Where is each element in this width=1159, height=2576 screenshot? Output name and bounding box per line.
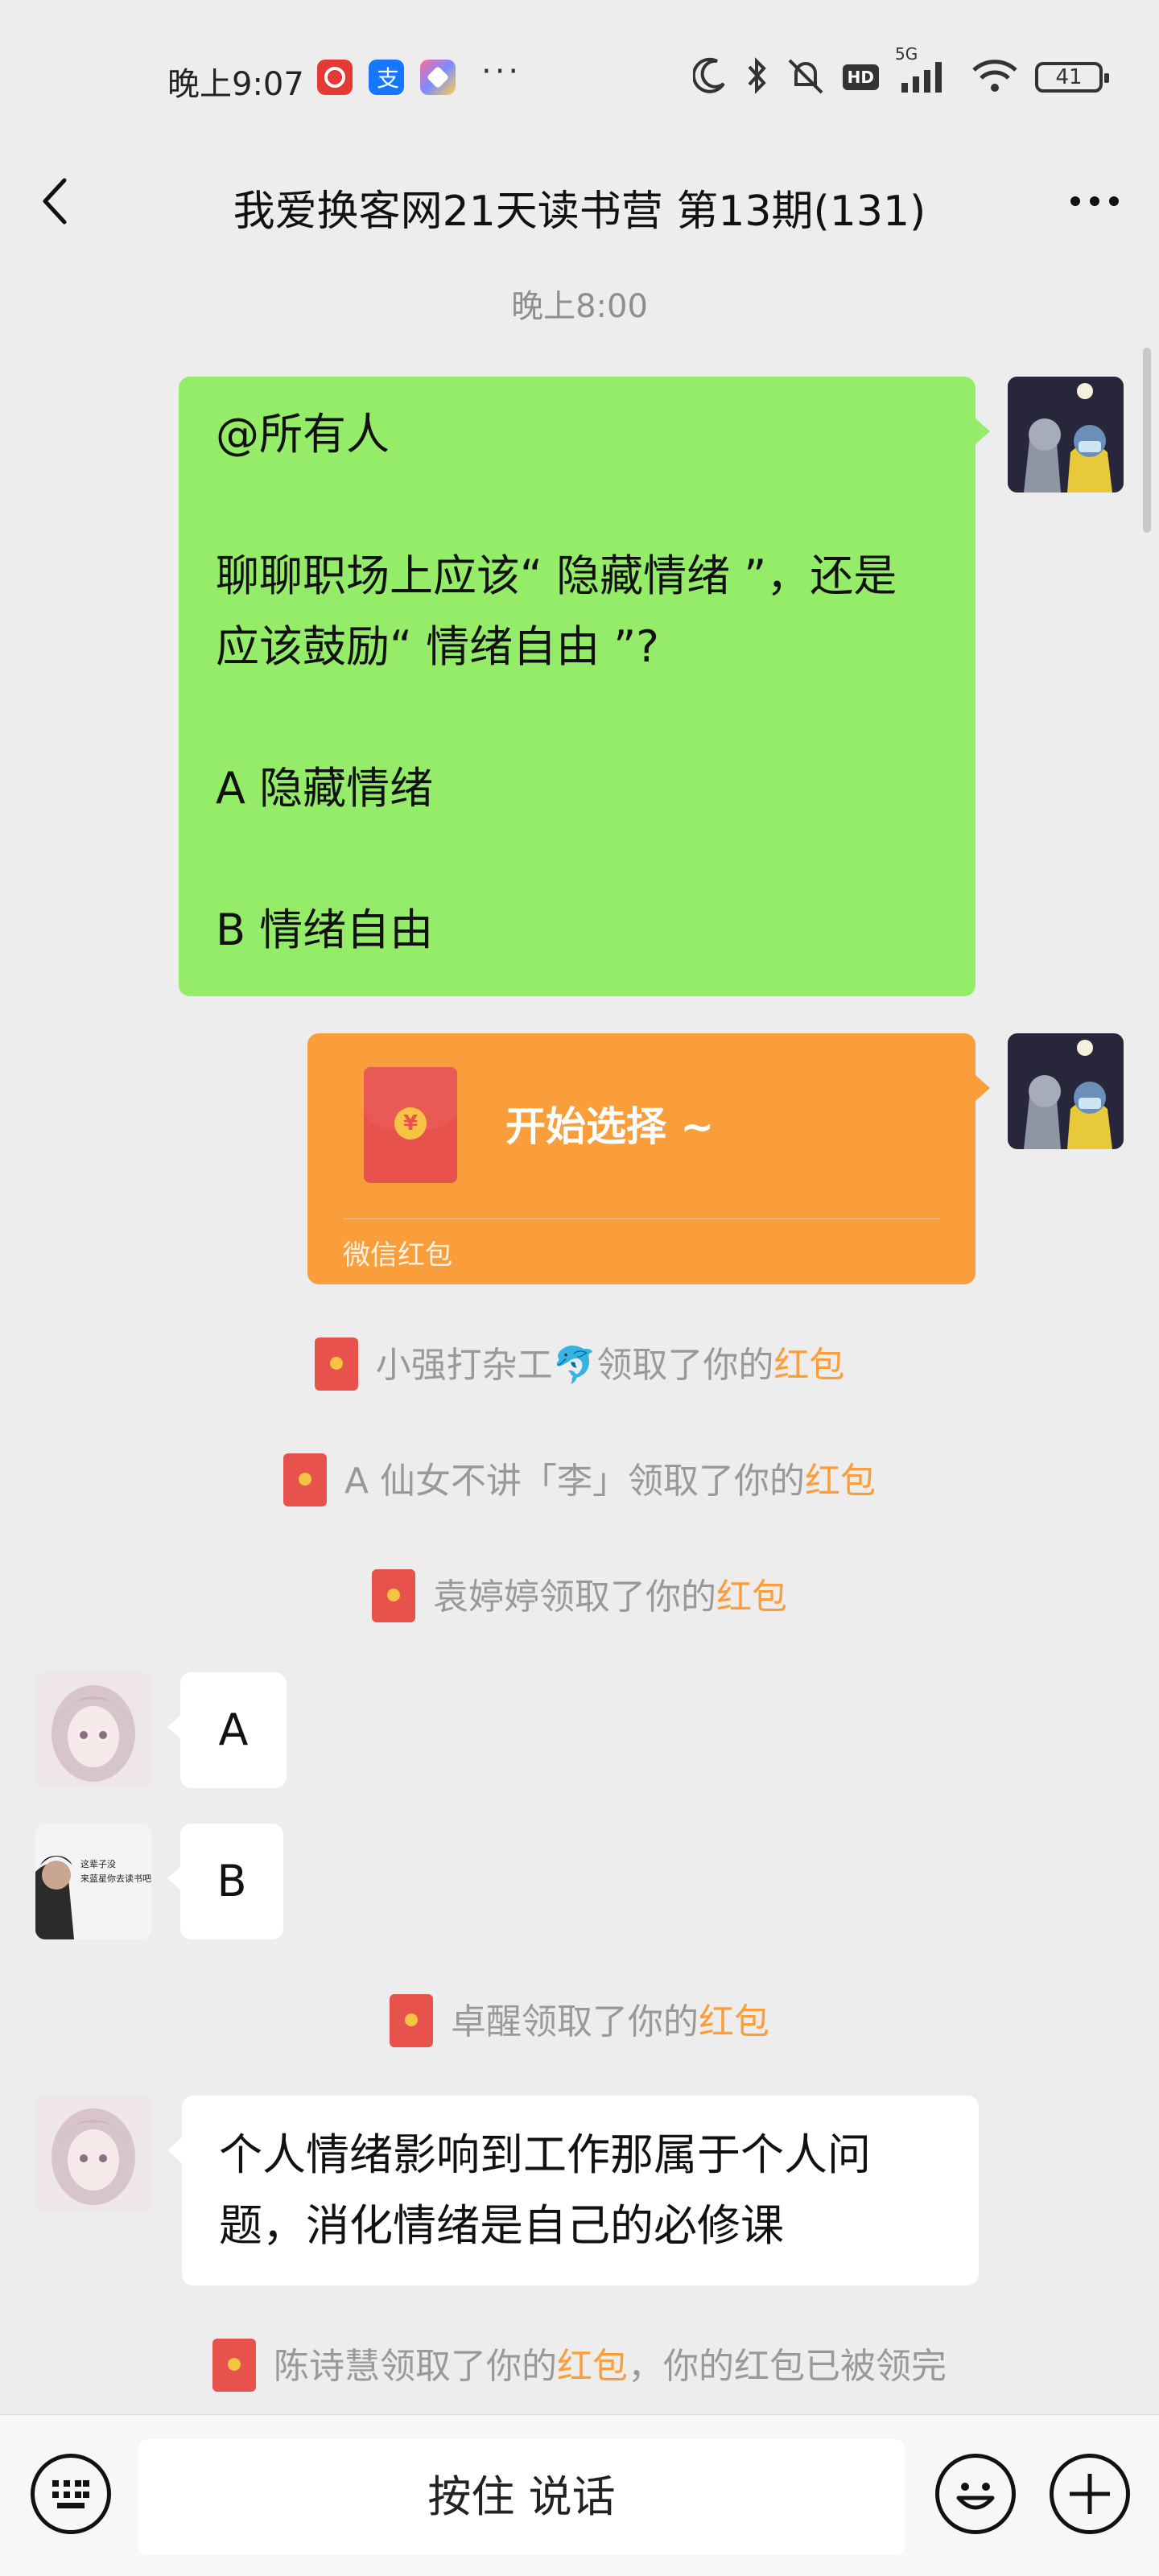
bubble-tail <box>975 418 990 444</box>
coin-icon: ¥ <box>394 1107 427 1140</box>
hd-badge: HD <box>842 64 879 90</box>
more-options-button[interactable] <box>1062 177 1127 225</box>
battery-indicator: 41 <box>1035 62 1109 93</box>
clock: 晚上9:07 <box>167 66 304 103</box>
avatar[interactable] <box>1008 377 1124 493</box>
red-packet-claim-notice: 小强打杂工🐬领取了你的红包 <box>0 1336 1159 1394</box>
more-dots-icon <box>1070 196 1119 206</box>
bubble-tail <box>167 2137 182 2163</box>
red-packet-message[interactable]: ¥ 开始选择 ~ 微信红包 <box>307 1033 975 1284</box>
red-packet-icon <box>212 2339 256 2392</box>
message-line: 题，消化情绪是自己的必修课 <box>219 2200 784 2251</box>
emoji-icon[interactable] <box>935 2454 1016 2534</box>
plus-icon[interactable] <box>1050 2454 1130 2534</box>
moon-icon <box>691 56 728 98</box>
red-packet-claim-notice: 卓醒领取了你的红包 <box>0 1993 1159 2050</box>
network-type: 5G <box>895 44 918 64</box>
red-packet-link[interactable]: 红包 <box>699 2001 769 2042</box>
avatar[interactable]: 这辈子没 来蓝星你去读书吧 <box>35 1824 151 1939</box>
notice-text: 卓醒领取了你的 <box>451 2001 699 2042</box>
red-envelope-icon: ¥ <box>364 1067 457 1183</box>
red-packet-label: 开始选择 ~ <box>505 1103 715 1150</box>
avatar-caption: 这辈子没 <box>80 1858 116 1869</box>
bubble-tail <box>975 1075 990 1101</box>
message-line: 个人情绪影响到工作那属于个人问 <box>219 2129 871 2180</box>
mute-icon <box>785 56 827 99</box>
svg-text:支: 支 <box>377 65 399 92</box>
avatar[interactable] <box>35 1672 151 1788</box>
notice-text: 袁婷婷领取了你的 <box>433 1577 716 1618</box>
hold-to-talk-button[interactable]: 按住 说话 <box>138 2439 905 2555</box>
red-packet-link[interactable]: 红包 <box>557 2346 628 2387</box>
netease-music-icon <box>317 60 353 95</box>
red-packet-link[interactable]: 红包 <box>773 1345 844 1386</box>
question-message-bubble[interactable]: @所有人 聊聊职场上应该“ 隐藏情绪 ”，还是 应该鼓励“ 情绪自由 ”? A … <box>179 377 975 996</box>
input-bar: 按住 说话 <box>0 2414 1159 2576</box>
red-packet-icon <box>314 1337 358 1391</box>
signal-icon: 5G <box>895 44 955 99</box>
red-packet-claim-notice: 袁婷婷领取了你的红包 <box>0 1568 1159 1626</box>
app-notification-icon <box>420 60 456 95</box>
message-timestamp: 晚上8:00 <box>511 288 648 325</box>
message-line: B 情绪自由 <box>216 905 434 955</box>
red-packet-footer: 微信红包 <box>343 1239 452 1272</box>
keyboard-icon[interactable] <box>31 2454 111 2534</box>
message-line: 聊聊职场上应该“ 隐藏情绪 ”，还是 <box>216 550 897 601</box>
chat-header: 我爱换客网21天读书营 第13期(131) <box>0 153 1159 249</box>
message-line: A 隐藏情绪 <box>216 763 434 814</box>
avatar-caption: 来蓝星你去读书吧 <box>80 1873 151 1884</box>
red-packet-link[interactable]: 红包 <box>716 1577 787 1618</box>
reply-message-bubble[interactable]: A <box>180 1672 287 1788</box>
status-bar: 晚上9:07 支 ··· HD 5G 41 <box>0 0 1159 153</box>
scrollbar[interactable] <box>1143 348 1151 533</box>
wifi-icon <box>971 56 1019 99</box>
notice-text: A 仙女不讲「李」领取了你的 <box>344 1461 806 1502</box>
reply-message-bubble[interactable]: 个人情绪影响到工作那属于个人问 题，消化情绪是自己的必修课 <box>182 2096 979 2285</box>
red-packet-claim-notice: A 仙女不讲「李」领取了你的红包 <box>0 1452 1159 1510</box>
red-packet-icon <box>283 1453 327 1506</box>
chat-title: 我爱换客网21天读书营 第13期(131) <box>233 188 926 236</box>
red-packet-link[interactable]: 红包 <box>805 1461 876 1502</box>
alipay-icon: 支 <box>369 60 404 95</box>
message-line: @所有人 <box>216 409 390 460</box>
divider <box>343 1218 940 1219</box>
avatar[interactable] <box>35 2096 151 2211</box>
red-packet-icon <box>390 1994 433 2047</box>
notice-text: 小强打杂工🐬领取了你的 <box>375 1345 774 1386</box>
notice-text: ，你的红包已被领完 <box>628 2346 947 2387</box>
message-line: 应该鼓励“ 情绪自由 ”? <box>216 621 659 672</box>
more-notifications: ··· <box>481 53 522 90</box>
bluetooth-icon <box>744 56 769 99</box>
reply-message-bubble[interactable]: B <box>180 1824 283 1939</box>
notice-text: 陈诗慧领取了你的 <box>274 2346 557 2387</box>
red-packet-icon <box>372 1569 415 1622</box>
red-packet-claim-notice: 陈诗慧领取了你的红包，你的红包已被领完 <box>0 2337 1159 2395</box>
avatar[interactable] <box>1008 1033 1124 1149</box>
